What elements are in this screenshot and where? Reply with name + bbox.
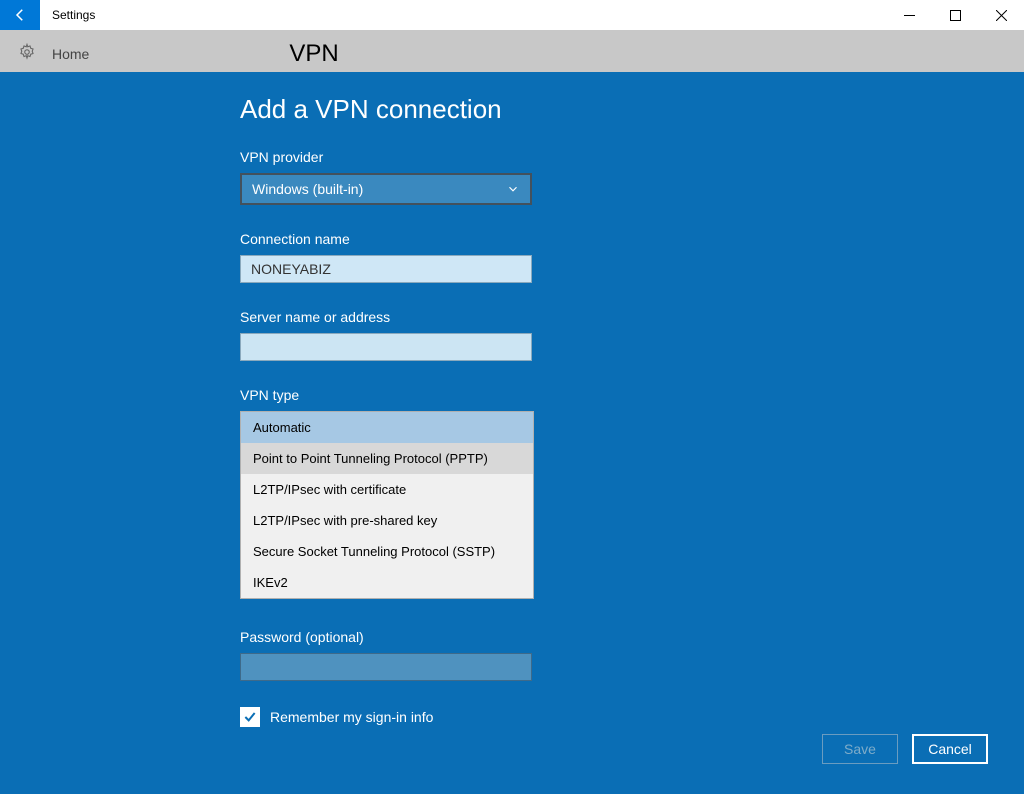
back-button[interactable]: [0, 0, 40, 30]
vpn-type-label: VPN type: [240, 387, 1024, 403]
title-bar: Settings: [0, 0, 1024, 30]
chevron-down-icon: [506, 182, 520, 196]
minimize-button[interactable]: [886, 0, 932, 30]
vpn-type-option[interactable]: Automatic: [241, 412, 533, 443]
connection-name-value: NONEYABIZ: [251, 261, 331, 277]
provider-combo[interactable]: Windows (built-in): [240, 173, 532, 205]
password-label: Password (optional): [240, 629, 1024, 645]
gear-icon: [18, 43, 36, 66]
page-header: Home VPN: [0, 30, 1024, 78]
close-button[interactable]: [978, 0, 1024, 30]
window-title: Settings: [52, 8, 95, 22]
cancel-button[interactable]: Cancel: [912, 734, 988, 764]
window-controls: [886, 0, 1024, 30]
provider-label: VPN provider: [240, 149, 1024, 165]
connection-name-input[interactable]: NONEYABIZ: [240, 255, 532, 283]
vpn-type-option[interactable]: Secure Socket Tunneling Protocol (SSTP): [241, 536, 533, 567]
vpn-type-option[interactable]: L2TP/IPsec with certificate: [241, 474, 533, 505]
vpn-type-option[interactable]: IKEv2: [241, 567, 533, 598]
remember-label: Remember my sign-in info: [270, 709, 433, 725]
vpn-type-option[interactable]: L2TP/IPsec with pre-shared key: [241, 505, 533, 536]
remember-checkbox-row[interactable]: Remember my sign-in info: [240, 707, 1024, 727]
check-icon: [242, 709, 258, 725]
home-link[interactable]: Home: [52, 46, 89, 62]
vpn-type-option[interactable]: Point to Point Tunneling Protocol (PPTP): [241, 443, 533, 474]
remember-checkbox[interactable]: [240, 707, 260, 727]
password-input[interactable]: [240, 653, 532, 681]
maximize-button[interactable]: [932, 0, 978, 30]
provider-value: Windows (built-in): [252, 181, 363, 197]
connection-name-label: Connection name: [240, 231, 1024, 247]
add-vpn-dialog: Add a VPN connection VPN provider Window…: [0, 72, 1024, 794]
dialog-title: Add a VPN connection: [240, 94, 1024, 125]
save-button[interactable]: Save: [822, 734, 898, 764]
page-title: VPN: [289, 40, 338, 68]
server-input[interactable]: [240, 333, 532, 361]
server-label: Server name or address: [240, 309, 1024, 325]
vpn-type-dropdown[interactable]: Automatic Point to Point Tunneling Proto…: [240, 411, 534, 599]
